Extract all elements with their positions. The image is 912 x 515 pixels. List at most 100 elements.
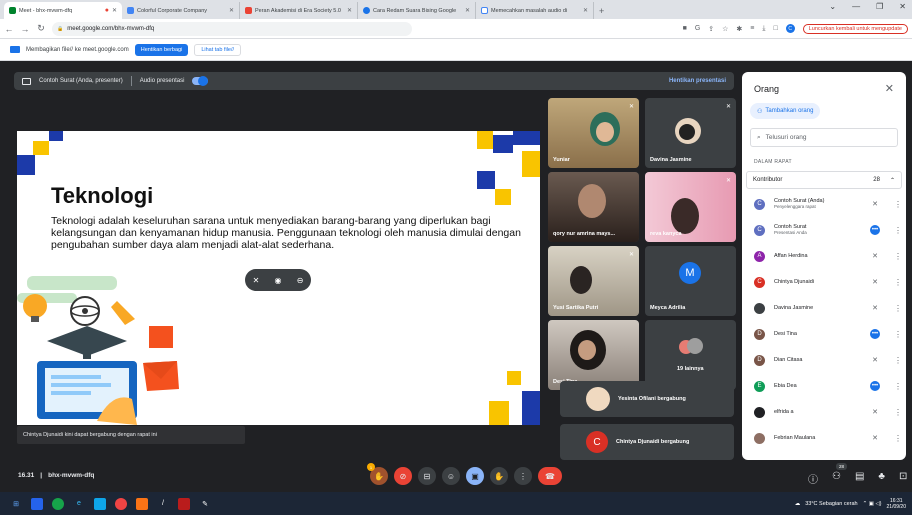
people-icon[interactable]: ⚇ xyxy=(832,471,841,486)
participant-row[interactable]: D Dian Citasa ✕ ⋮ xyxy=(754,349,902,371)
app-icon[interactable]: / xyxy=(157,498,169,510)
participant-tile[interactable]: ✕ reva kanyca xyxy=(645,172,736,242)
volume-icon[interactable]: ◉ xyxy=(275,276,282,285)
info-icon[interactable]: ⓘ xyxy=(808,471,818,486)
participant-tile[interactable]: ✕ Yuniar xyxy=(548,98,639,168)
browser-tab[interactable]: Peran Akademisi di Era Society 5.0 ✕ xyxy=(240,2,358,19)
participant-row[interactable]: C Contoh Surat Presentasi Anda ••• ⋮ xyxy=(754,219,902,241)
forward-icon[interactable]: → xyxy=(20,24,30,34)
participant-row[interactable]: Febrian Maulana ✕ ⋮ xyxy=(754,427,902,449)
start-icon[interactable]: ⊞ xyxy=(10,498,22,510)
close-icon[interactable]: ✕ xyxy=(885,82,894,95)
end-call-button[interactable]: ☎ xyxy=(538,467,562,485)
add-person-icon: ⚇ xyxy=(757,108,763,115)
more-options-icon[interactable]: ⋮ xyxy=(894,434,902,443)
share-icon[interactable]: ⇪ xyxy=(708,25,714,33)
present-screen-icon xyxy=(22,77,31,85)
contributors-group[interactable]: Kontributor 28 ⌃ xyxy=(746,171,902,189)
raise-hand-icon[interactable]: ✋ xyxy=(490,467,508,485)
more-options-icon[interactable]: ⋮ xyxy=(894,278,902,287)
tray-icons[interactable]: ⌃ ▣ ◁) xyxy=(863,501,882,507)
chrome-icon[interactable] xyxy=(52,497,64,510)
mic-off-icon: ✕ xyxy=(628,252,634,258)
stop-sharing-button[interactable]: Hentikan berbagi xyxy=(134,43,189,56)
participant-tile[interactable]: ✕ Yusi Sartika Putri xyxy=(548,246,639,316)
participant-tile[interactable]: Desi Tina xyxy=(548,320,639,390)
minimize-presentation-icon[interactable]: ⊖ xyxy=(297,276,304,285)
participant-tile[interactable]: qory nur amrina mays... xyxy=(548,172,639,242)
mute-presentation-icon[interactable]: ✕ xyxy=(253,276,260,285)
clock[interactable]: 16:31 21/09/20 xyxy=(887,498,906,510)
camera-off-button[interactable]: ⊘ xyxy=(394,467,412,485)
app-icon[interactable] xyxy=(136,497,148,510)
new-tab-button[interactable]: + xyxy=(594,2,609,19)
update-button[interactable]: Luncurkan kembali untuk mengupdate xyxy=(802,23,908,34)
more-options-icon[interactable]: ⋮ xyxy=(894,330,902,339)
participant-row[interactable]: elfrida a ✕ ⋮ xyxy=(754,401,902,423)
lock-icon[interactable]: ⊡ xyxy=(899,471,907,486)
participant-tile[interactable]: M Meyca Adrilia xyxy=(645,246,736,316)
more-options-icon[interactable]: ⋮ xyxy=(894,200,902,209)
more-options-icon[interactable]: ⋮ xyxy=(514,467,532,485)
app-icon[interactable] xyxy=(178,497,190,510)
close-window-icon[interactable]: ✕ xyxy=(899,2,906,11)
more-options-icon[interactable]: ⋮ xyxy=(894,252,902,261)
participant-row[interactable]: D Desi Tina ••• ⋮ xyxy=(754,323,902,345)
close-tab-icon[interactable]: ✕ xyxy=(229,7,234,14)
participant-row[interactable]: A Affan Herdina ✕ ⋮ xyxy=(754,245,902,267)
edge-icon[interactable]: e xyxy=(73,498,85,510)
url-input[interactable]: 🔒 meet.google.com/bhx-mvwm-dfq xyxy=(52,21,412,36)
participant-tile[interactable]: 19 lainnya xyxy=(645,320,736,390)
participant-name: Meyca Adrilia xyxy=(650,305,686,311)
app-icon[interactable] xyxy=(94,497,106,510)
participant-row[interactable]: Davina Jasmine ✕ ⋮ xyxy=(754,297,902,319)
back-icon[interactable]: ← xyxy=(4,24,14,34)
chat-icon[interactable]: ▤ xyxy=(855,471,864,486)
more-options-icon[interactable]: ⋮ xyxy=(894,226,902,235)
close-tab-icon[interactable]: ✕ xyxy=(465,7,470,14)
app-icon[interactable]: ✎ xyxy=(199,498,211,510)
browser-tab[interactable]: Meet - bhx-mvwm-dfq ● ✕ xyxy=(4,2,122,19)
chrome-active-icon[interactable] xyxy=(115,497,127,510)
reload-icon[interactable]: ↻ xyxy=(36,23,46,34)
more-options-icon[interactable]: ⋮ xyxy=(894,408,902,417)
participant-row[interactable]: C Chintya Djunaidi ✕ ⋮ xyxy=(754,271,902,293)
browser-tab[interactable]: Memecahkan masalah audio di ✕ xyxy=(476,2,594,19)
tab-search-icon[interactable]: ⌄ xyxy=(829,2,836,11)
view-tab-button[interactable]: Lihat tab file// xyxy=(194,43,242,56)
star-icon[interactable]: ☆ xyxy=(722,25,728,33)
participant-row[interactable]: C Contoh Surat (Anda) Penyelenggara rapat ✕… xyxy=(754,193,902,215)
participant-row[interactable]: E Ebia Dea ••• ⋮ xyxy=(754,375,902,397)
reading-list-icon[interactable]: ≡ xyxy=(750,25,754,32)
participant-avatar xyxy=(586,387,610,411)
activities-icon[interactable]: ♣ xyxy=(878,471,885,486)
close-tab-icon[interactable]: ✕ xyxy=(583,7,588,14)
participant-tile[interactable]: ✕ Davina Jasmine xyxy=(645,98,736,168)
stop-presenting-button[interactable]: Hentikan presentasi xyxy=(669,78,726,84)
more-options-icon[interactable]: ⋮ xyxy=(894,382,902,391)
present-button[interactable]: ▣ xyxy=(466,467,484,485)
profile-avatar[interactable]: C xyxy=(785,24,795,33)
close-tab-icon[interactable]: ✕ xyxy=(347,7,352,14)
camera-icon[interactable]: ■ xyxy=(683,25,687,32)
emoji-button[interactable]: ☺ xyxy=(442,467,460,485)
participant-name-block: Dian Citasa xyxy=(774,357,869,364)
more-options-icon[interactable]: ⋮ xyxy=(894,356,902,365)
decor-block xyxy=(49,131,63,141)
minimize-icon[interactable]: — xyxy=(852,2,860,11)
extension-icon[interactable]: ✱ xyxy=(736,25,742,33)
sidebar-icon[interactable]: □ xyxy=(774,25,778,32)
maximize-icon[interactable]: ❐ xyxy=(876,2,883,11)
browser-tab[interactable]: Cara Redam Suara Bising Google ✕ xyxy=(358,2,476,19)
download-icon[interactable]: ⤓ xyxy=(762,25,765,33)
captions-button[interactable]: ⊟ xyxy=(418,467,436,485)
task-view-icon[interactable] xyxy=(31,497,43,510)
add-people-button[interactable]: ⚇ Tambahkan orang xyxy=(750,103,821,119)
google-icon[interactable]: G xyxy=(695,25,700,32)
more-options-icon[interactable]: ⋮ xyxy=(894,304,902,313)
audio-toggle[interactable] xyxy=(192,76,209,86)
close-tab-icon[interactable]: ✕ xyxy=(112,7,117,14)
people-search-input[interactable]: ⌕ Telusuri orang xyxy=(750,128,898,147)
browser-tab[interactable]: Colorful Corporate Company ✕ xyxy=(122,2,240,19)
raise-hand-button[interactable]: 1 ✋ xyxy=(367,463,388,485)
